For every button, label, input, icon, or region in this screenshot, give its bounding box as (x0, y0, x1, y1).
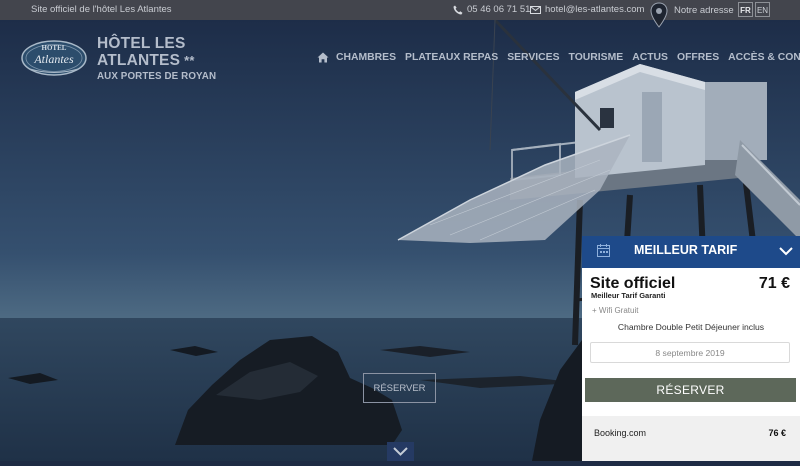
calendar-icon (597, 244, 610, 257)
svg-text:HOTEL: HOTEL (42, 44, 67, 52)
site-tagline: Site officiel de l'hôtel Les Atlantes (31, 4, 172, 15)
nav-item-offres[interactable]: OFFRES (677, 52, 719, 63)
home-icon[interactable] (317, 52, 329, 63)
chevron-down-icon[interactable] (779, 246, 793, 256)
svg-text:Atlantes: Atlantes (33, 52, 74, 66)
nav-item-acces-contact[interactable]: ACCÈS & CONTACT (728, 52, 800, 63)
widget-reserve-button[interactable]: RÉSERVER (585, 378, 796, 402)
lang-fr[interactable]: FR (738, 2, 753, 17)
hotel-logo[interactable]: HOTEL Atlantes (20, 36, 88, 80)
nav-item-plateaux-repas[interactable]: PLATEAUX REPAS (405, 52, 498, 63)
brand-name: ATLANTES (97, 52, 181, 69)
compare-row: Booking.com 76 € (582, 416, 800, 461)
email-link[interactable]: hotel@les-atlantes.com (530, 4, 644, 15)
chevron-down-icon (393, 447, 408, 456)
hotel-brand[interactable]: HÔTEL LES ATLANTES ** AUX PORTES DE ROYAN (97, 35, 216, 82)
envelope-icon (530, 5, 541, 14)
compare-site-price: 76 € (768, 428, 786, 438)
phone-link[interactable]: 05 46 06 71 51 (453, 4, 530, 15)
top-bar: Site officiel de l'hôtel Les Atlantes 05… (0, 0, 800, 28)
nav-item-tourisme[interactable]: TOURISME (569, 52, 624, 63)
compare-site-name: Booking.com (594, 428, 647, 438)
best-rate-guaranteed: Meilleur Tarif Garanti (591, 291, 666, 300)
widget-header[interactable]: MEILLEUR TARIF (582, 236, 800, 268)
brand-line-2: ATLANTES ** (97, 52, 216, 69)
phone-icon (453, 5, 463, 14)
nav-item-actus[interactable]: ACTUS (632, 52, 668, 63)
official-price: 71 € (758, 275, 790, 292)
nav-item-chambres[interactable]: CHAMBRES (336, 52, 396, 63)
date-field[interactable]: 8 septembre 2019 (590, 342, 790, 363)
email-address: hotel@les-atlantes.com (545, 4, 645, 15)
phone-number: 05 46 06 71 51 (467, 4, 531, 15)
brand-line-1: HÔTEL LES (97, 35, 186, 52)
booking-widget: MEILLEUR TARIF Site officiel 71 € Meille… (582, 236, 800, 461)
brand-tagline: AUX PORTES DE ROYAN (97, 71, 217, 82)
map-pin-icon (650, 2, 668, 28)
lang-en[interactable]: EN (755, 2, 770, 17)
main-nav: CHAMBRES PLATEAUX REPAS SERVICES TOURISM… (317, 52, 800, 63)
address-link[interactable]: Notre adresse (650, 0, 734, 28)
wifi-perk: + Wifi Gratuit (592, 306, 639, 315)
scroll-down-button[interactable] (387, 442, 414, 461)
brand-stars: ** (184, 53, 195, 68)
widget-title: MEILLEUR TARIF (634, 243, 738, 257)
hero-reserve-button[interactable]: RÉSERVER (363, 373, 436, 403)
address-label: Notre adresse (674, 4, 734, 16)
nav-item-services[interactable]: SERVICES (507, 52, 559, 63)
room-type: Chambre Double Petit Déjeuner inclus (617, 322, 765, 332)
